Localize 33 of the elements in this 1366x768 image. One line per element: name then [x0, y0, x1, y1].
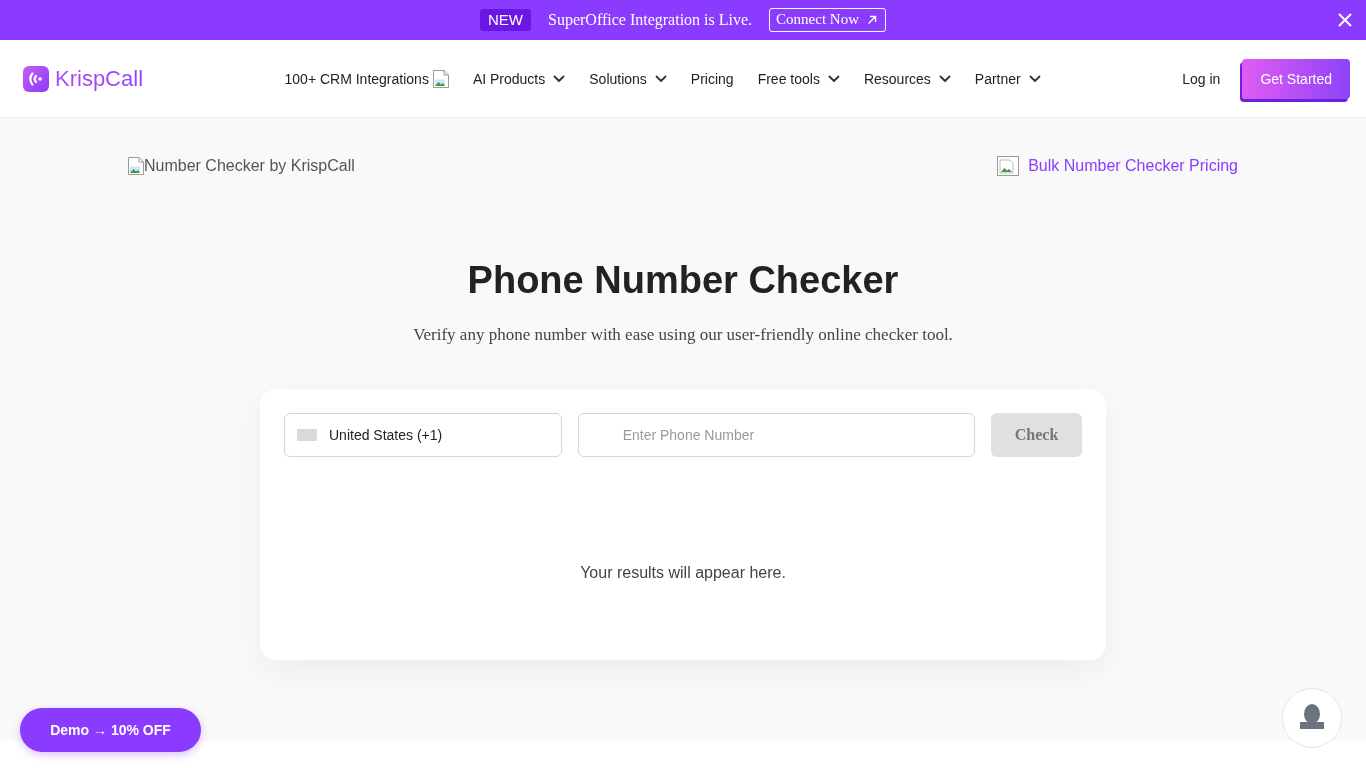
- page-subtitle: Verify any phone number with ease using our user-friendly online checker tool.: [413, 324, 953, 346]
- nav-link[interactable]: Partner: [974, 66, 1041, 91]
- get-started-button[interactable]: Get Started: [1242, 58, 1350, 99]
- pricing-link[interactable]: Bulk Number Checker Pricing: [1028, 157, 1238, 175]
- page-title: Phone Number Checker: [467, 258, 899, 303]
- logo-icon[interactable]: [23, 65, 49, 92]
- nav-link[interactable]: AI Products: [472, 66, 566, 91]
- chevron-down-icon: [654, 74, 667, 83]
- close-icon[interactable]: [1338, 13, 1352, 27]
- arrow-icon: [867, 14, 877, 25]
- broken-image-icon: [997, 156, 1020, 176]
- nav-link[interactable]: Resources: [863, 66, 951, 91]
- chevron-down-icon: [1028, 74, 1041, 83]
- nav-link[interactable]: 100+ CRM Integrations: [284, 65, 449, 92]
- nav-link[interactable]: Solutions: [589, 66, 667, 91]
- country-select[interactable]: United States (+1): [284, 413, 562, 457]
- image-alt-text: Number Checker by KrispCall: [144, 157, 355, 175]
- demo-offer-button[interactable]: Demo → 10% OFF: [20, 708, 201, 752]
- nav-link[interactable]: Free tools: [757, 66, 840, 91]
- broken-image-icon: [432, 69, 449, 88]
- broken-image-icon: [128, 157, 144, 175]
- flag-icon: [297, 429, 317, 441]
- results-placeholder-text: Your results will appear here.: [580, 563, 786, 582]
- chevron-down-icon: [553, 74, 566, 83]
- chevron-down-icon: [938, 74, 951, 83]
- phone-input[interactable]: Enter Phone Number: [577, 413, 976, 457]
- chevron-down-icon: [827, 74, 840, 83]
- avatar-icon[interactable]: [1282, 688, 1342, 748]
- connect-now-button[interactable]: Connect Now: [769, 8, 886, 32]
- announcement-text: SuperOffice Integration is Live.: [548, 11, 753, 29]
- new-badge: NEW: [480, 9, 531, 31]
- login-link[interactable]: Log in: [1182, 70, 1221, 87]
- nav-link[interactable]: Pricing: [690, 66, 734, 91]
